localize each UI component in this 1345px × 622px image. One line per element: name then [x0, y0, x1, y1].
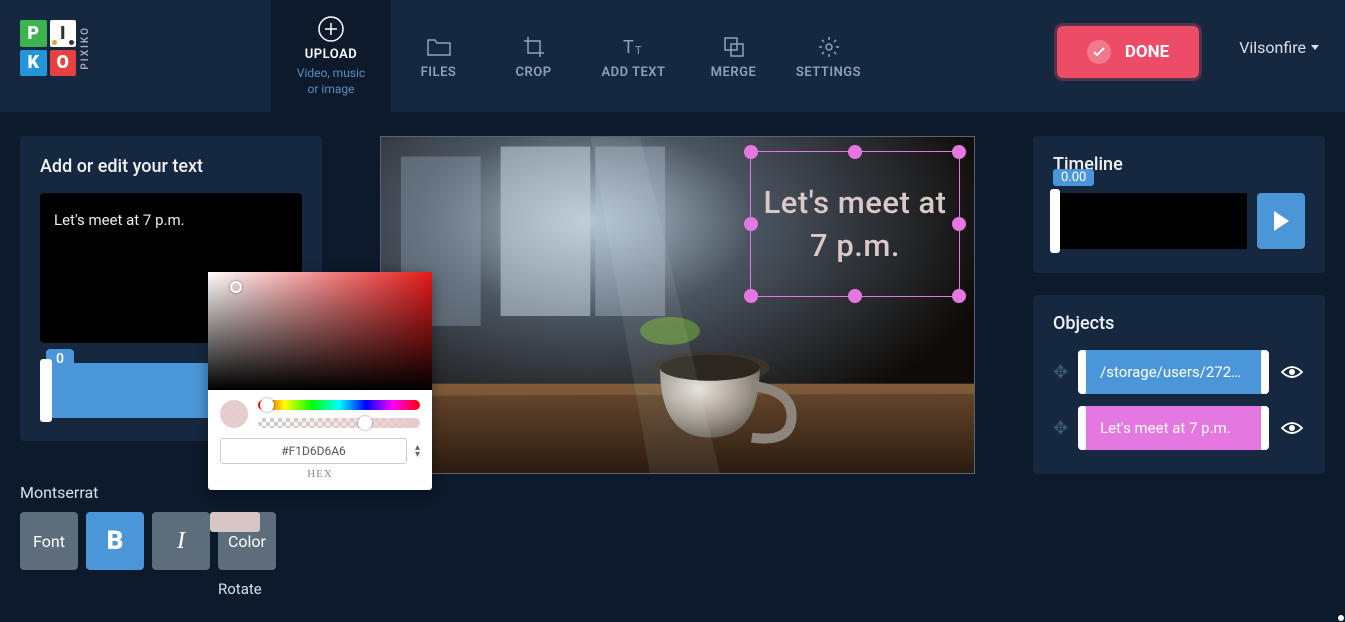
done-label: DONE — [1125, 42, 1169, 62]
files-tool[interactable]: FILES — [391, 0, 486, 112]
object-label: Let's meet at 7 p.m. — [1100, 419, 1231, 437]
object-row: ✥ /storage/users/272… — [1053, 350, 1305, 394]
objects-title: Objects — [1053, 313, 1305, 334]
play-button[interactable] — [1257, 193, 1305, 249]
chevron-down-icon — [1311, 45, 1319, 50]
timeline-track[interactable] — [1053, 193, 1247, 249]
resize-handle[interactable] — [848, 289, 862, 303]
merge-tool[interactable]: MERGE — [686, 0, 781, 112]
visibility-toggle[interactable] — [1279, 420, 1305, 436]
done-button[interactable]: DONE — [1057, 26, 1199, 78]
text-overlay[interactable]: Let's meet at 7 p.m. — [750, 151, 960, 297]
top-toolbar: P I K O PIXIKO UPLOAD Video, music or im… — [0, 0, 1345, 112]
play-icon — [1274, 211, 1289, 231]
visibility-toggle[interactable] — [1279, 364, 1305, 380]
upload-tool[interactable]: UPLOAD Video, music or image — [271, 0, 391, 112]
drag-handle-icon[interactable]: ✥ — [1053, 362, 1068, 383]
timeline-position-badge: 0.00 — [1053, 169, 1094, 186]
resize-handle[interactable] — [952, 289, 966, 303]
trim-handle[interactable] — [1261, 406, 1269, 450]
objects-card: Objects ✥ /storage/users/272… ✥ Let's m — [1033, 295, 1325, 474]
user-name: Vilsonfire — [1239, 38, 1306, 57]
canvas-text-content: Let's meet at 7 p.m. — [751, 181, 959, 268]
trim-handle[interactable] — [1078, 406, 1086, 450]
upload-subtitle: Video, music or image — [297, 66, 365, 97]
hue-thumb[interactable] — [260, 398, 274, 412]
saturation-area[interactable] — [208, 272, 432, 390]
svg-text:T: T — [623, 37, 634, 58]
plus-circle-icon — [317, 15, 345, 43]
app-logo[interactable]: P I K O PIXIKO — [20, 20, 91, 76]
crop-icon — [522, 33, 546, 61]
italic-button[interactable]: I — [152, 512, 210, 570]
rotate-label: Rotate — [218, 580, 322, 598]
resize-handle[interactable] — [744, 217, 758, 231]
font-button[interactable]: Font — [20, 512, 78, 570]
bold-button[interactable]: B — [86, 512, 144, 570]
format-toggle[interactable]: ▴▾ — [415, 444, 420, 458]
text-editor-title: Add or edit your text — [40, 156, 302, 177]
object-chip[interactable]: Let's meet at 7 p.m. — [1078, 406, 1269, 450]
resize-handle[interactable] — [952, 217, 966, 231]
hex-input[interactable] — [220, 438, 407, 464]
folder-icon — [426, 33, 452, 61]
merge-icon — [722, 33, 746, 61]
timeline-playhead[interactable] — [1050, 189, 1060, 253]
check-icon — [1087, 40, 1111, 64]
timeline-card: Timeline 0.00 — [1033, 136, 1325, 273]
resize-handle[interactable] — [848, 145, 862, 159]
object-chip[interactable]: /storage/users/272… — [1078, 350, 1269, 394]
resize-handle[interactable] — [744, 145, 758, 159]
gear-icon — [817, 33, 841, 61]
object-label: /storage/users/272… — [1100, 363, 1241, 381]
alpha-slider[interactable] — [258, 418, 420, 428]
color-picker-popover: ▴▾ HEX — [208, 272, 432, 490]
canvas[interactable]: Let's meet at 7 p.m. — [380, 136, 975, 474]
text-icon: TT — [621, 33, 647, 61]
crop-tool[interactable]: CROP — [486, 0, 581, 112]
saturation-cursor[interactable] — [230, 281, 242, 293]
current-color-swatch — [210, 512, 260, 532]
settings-tool[interactable]: SETTINGS — [781, 0, 876, 112]
color-preview-circle — [220, 400, 248, 428]
trim-handle[interactable] — [1078, 350, 1086, 394]
user-menu[interactable]: Vilsonfire — [1239, 38, 1319, 57]
drag-handle-icon[interactable]: ✥ — [1053, 418, 1068, 439]
alpha-thumb[interactable] — [358, 416, 372, 430]
resize-handle[interactable] — [744, 289, 758, 303]
hue-slider[interactable] — [258, 400, 420, 410]
upload-label: UPLOAD — [305, 47, 357, 62]
hex-label: HEX — [208, 468, 432, 480]
resize-handle[interactable] — [952, 145, 966, 159]
slider-handle[interactable] — [40, 359, 52, 422]
object-row: ✥ Let's meet at 7 p.m. — [1053, 406, 1305, 450]
add-text-tool[interactable]: TT ADD TEXT — [581, 0, 686, 112]
trim-handle[interactable] — [1261, 350, 1269, 394]
svg-text:T: T — [635, 44, 642, 57]
